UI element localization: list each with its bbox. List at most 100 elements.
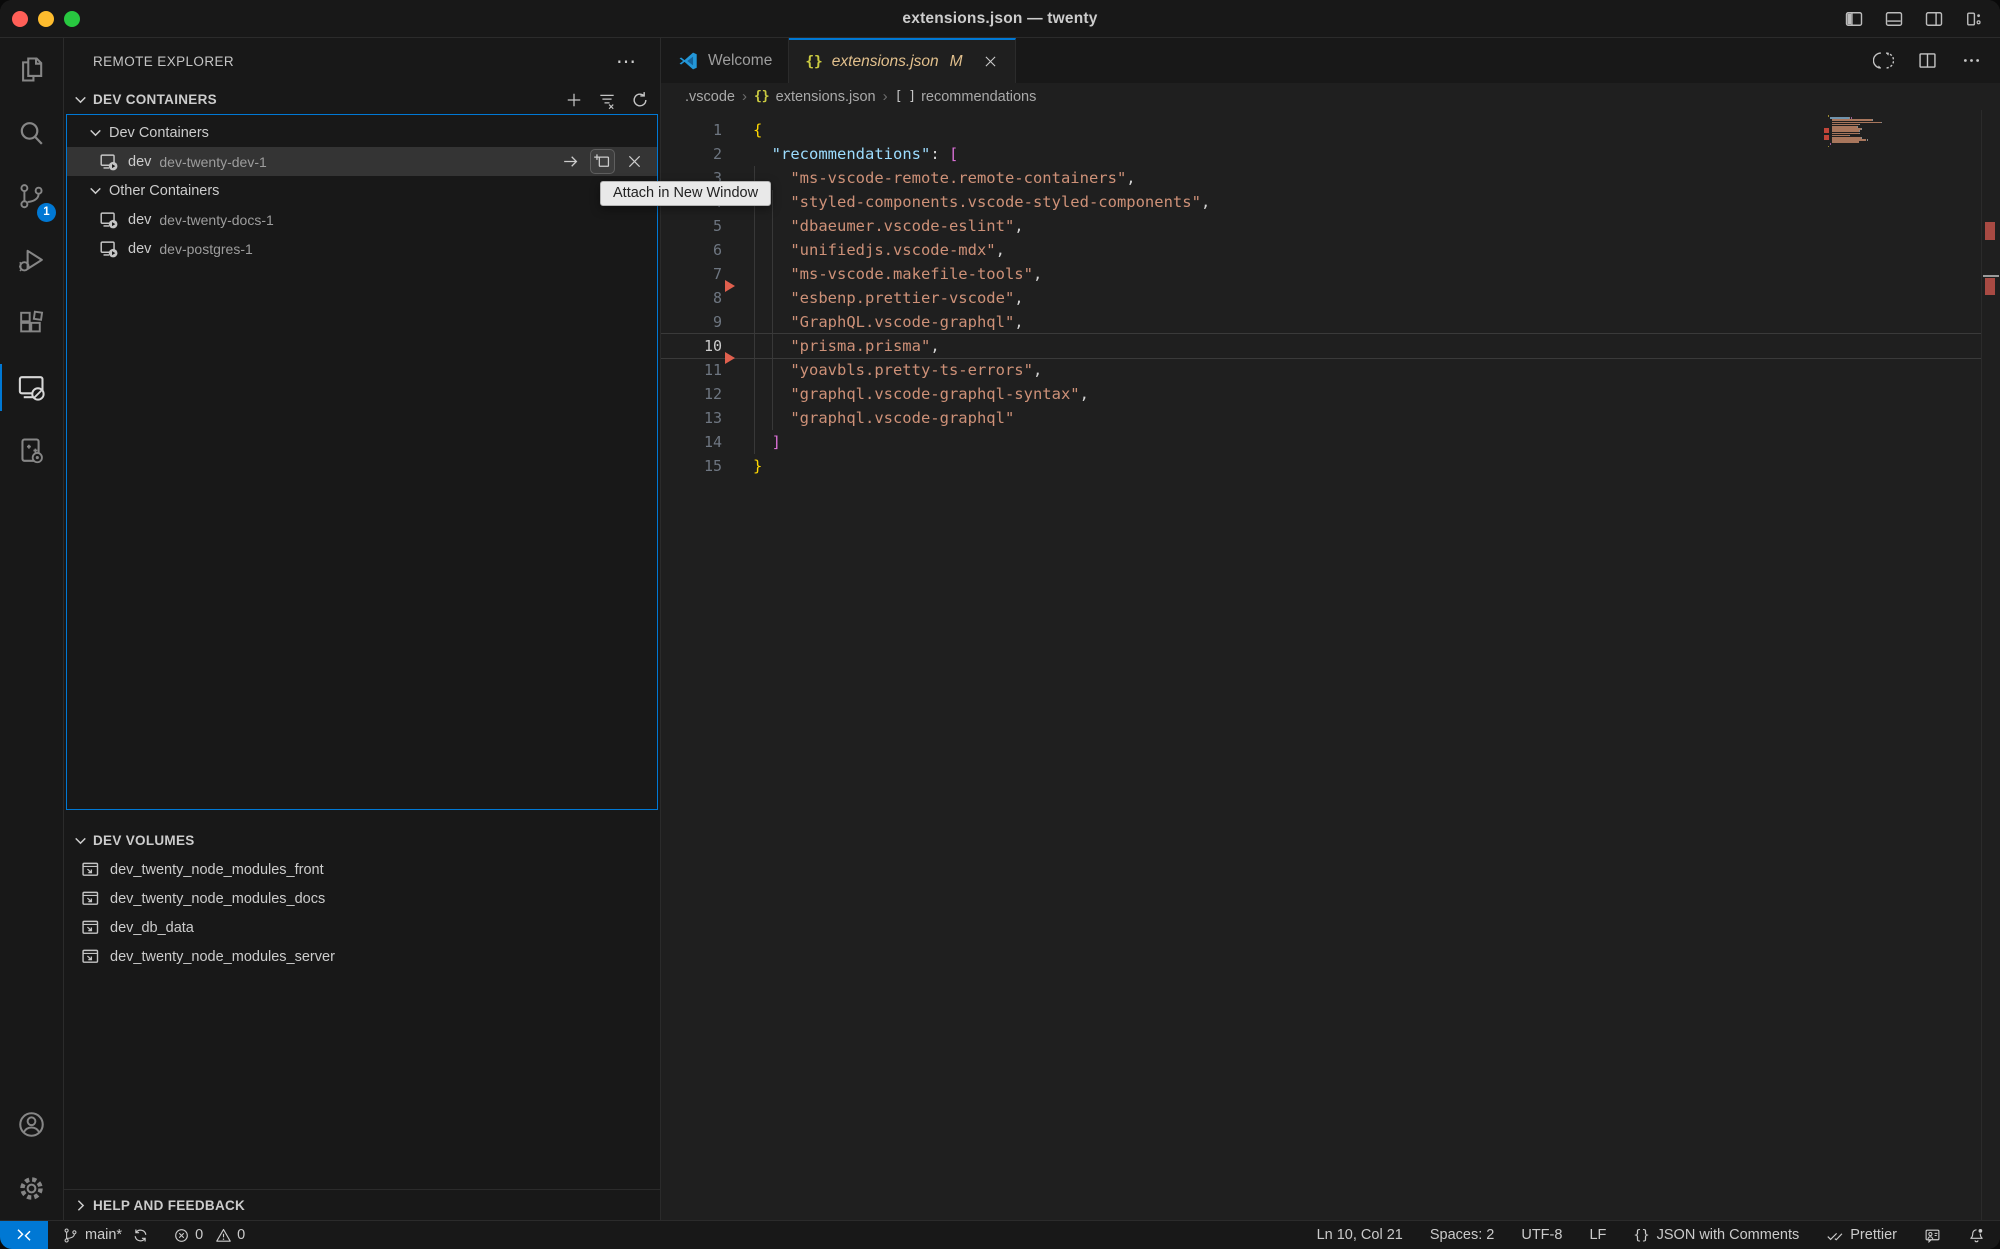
code-line[interactable]: 7 "ms-vscode.makefile-tools", (661, 262, 1981, 286)
dev-volumes-list: dev_twenty_node_modules_frontdev_twenty_… (64, 855, 660, 971)
chevron-down-icon (87, 182, 104, 199)
code-line[interactable]: 11 "yoavbls.pretty-ts-errors", (661, 358, 1981, 382)
notifications-bell-icon[interactable] (1968, 1227, 1985, 1244)
check-double-icon (1826, 1227, 1843, 1244)
dev-container-icon (98, 151, 120, 173)
code-line[interactable]: 6 "unifiedjs.vscode-mdx", (661, 238, 1981, 262)
titlebar: extensions.json — twenty (0, 0, 2000, 38)
branch-status[interactable]: main* (62, 1227, 149, 1244)
remote-explorer-icon[interactable] (0, 356, 63, 420)
tree-group-dev-containers[interactable]: Dev Containers (67, 118, 657, 147)
breadcrumbs: .vscode › {}extensions.json › [ ]recomme… (661, 83, 2000, 110)
code-line[interactable]: 4 "styled-components.vscode-styled-compo… (661, 190, 1981, 214)
extensions-icon[interactable] (0, 292, 63, 356)
toggle-secondary-sidebar-icon[interactable] (1924, 9, 1944, 29)
volume-icon (80, 888, 101, 909)
current-line-border (661, 333, 1981, 334)
split-editor-icon[interactable] (1917, 50, 1938, 71)
views-more-actions-icon[interactable]: ⋯ (616, 57, 636, 67)
code-line[interactable]: 14 ] (661, 430, 1981, 454)
cursor-position[interactable]: Ln 10, Col 21 (1317, 1227, 1403, 1243)
open-changes-icon[interactable] (1873, 50, 1894, 71)
refresh-icon[interactable] (630, 90, 650, 110)
code-lines: 1{2 "recommendations": [3 "ms-vscode-rem… (661, 110, 1981, 478)
code-line[interactable]: 1{ (661, 118, 1981, 142)
editor-more-actions-icon[interactable] (1961, 50, 1982, 71)
volume-item[interactable]: dev_twenty_node_modules_server (64, 942, 660, 971)
line-number[interactable]: 5 (661, 214, 722, 238)
code-line[interactable]: 12 "graphql.vscode-graphql-syntax", (661, 382, 1981, 406)
toggle-panel-icon[interactable] (1884, 9, 1904, 29)
stop-container-icon[interactable] (622, 149, 647, 174)
json-braces-icon: {} (754, 89, 770, 104)
source-control-icon[interactable]: 1 (0, 165, 63, 229)
code-line[interactable]: 2 "recommendations": [ (661, 142, 1981, 166)
container-tools-icon[interactable] (0, 419, 63, 483)
gutter-marker-icon (725, 352, 735, 364)
line-number[interactable]: 6 (661, 238, 722, 262)
breadcrumb-folder[interactable]: .vscode (685, 89, 735, 105)
attach-in-new-window-icon[interactable] (590, 149, 615, 174)
indentation-status[interactable]: Spaces: 2 (1430, 1227, 1495, 1243)
chevron-down-icon (72, 832, 89, 849)
accounts-icon[interactable] (0, 1093, 63, 1157)
code-line[interactable]: 5 "dbaeumer.vscode-eslint", (661, 214, 1981, 238)
attach-container-icon[interactable] (558, 149, 583, 174)
line-number[interactable]: 10 (661, 334, 722, 358)
volume-item[interactable]: dev_twenty_node_modules_front (64, 855, 660, 884)
code-line[interactable]: 13 "graphql.vscode-graphql" (661, 406, 1981, 430)
remote-indicator[interactable] (0, 1221, 48, 1249)
sidebar-remote-explorer: REMOTE EXPLORER ⋯ DEV CONTAINERS Dev Con… (64, 38, 661, 1220)
settings-gear-icon[interactable] (0, 1157, 63, 1221)
filter-containers-icon[interactable] (597, 90, 617, 110)
encoding-status[interactable]: UTF-8 (1521, 1227, 1562, 1243)
code-line[interactable]: 8 "esbenp.prettier-vscode", (661, 286, 1981, 310)
tooltip-attach-in-new-window: Attach in New Window (600, 181, 771, 206)
close-tab-icon[interactable] (982, 53, 999, 70)
dev-containers-section-header[interactable]: DEV CONTAINERS (64, 85, 660, 114)
line-number[interactable]: 7 (661, 262, 722, 286)
overview-ruler[interactable] (1981, 110, 2000, 1220)
search-icon[interactable] (0, 102, 63, 166)
code-line[interactable]: 10 "prisma.prisma", (661, 334, 1981, 358)
line-number[interactable]: 2 (661, 142, 722, 166)
line-number[interactable]: 13 (661, 406, 722, 430)
breadcrumb-symbol[interactable]: [ ]recommendations (895, 89, 1037, 105)
line-number[interactable]: 15 (661, 454, 722, 478)
line-number[interactable]: 8 (661, 286, 722, 310)
code-line[interactable]: 3 "ms-vscode-remote.remote-containers", (661, 166, 1981, 190)
tab-extensions-json[interactable]: {} extensions.json M (789, 38, 1015, 83)
volume-item[interactable]: dev_twenty_node_modules_docs (64, 884, 660, 913)
tree-item-dev-postgres-1[interactable]: dev dev-postgres-1 (67, 234, 657, 263)
line-number[interactable]: 11 (661, 358, 722, 382)
tree-item-dev-twenty-docs-1[interactable]: dev dev-twenty-docs-1 (67, 205, 657, 234)
line-number[interactable]: 1 (661, 118, 722, 142)
code-editor[interactable]: 1{2 "recommendations": [3 "ms-vscode-rem… (661, 110, 2000, 1220)
language-mode[interactable]: {}JSON with Comments (1633, 1227, 1799, 1243)
help-and-feedback-section-header[interactable]: HELP AND FEEDBACK (64, 1189, 660, 1220)
volume-item[interactable]: dev_db_data (64, 913, 660, 942)
code-line[interactable]: 9 "GraphQL.vscode-graphql", (661, 310, 1981, 334)
customize-layout-icon[interactable] (1964, 9, 1984, 29)
line-number[interactable]: 9 (661, 310, 722, 334)
explorer-icon[interactable] (0, 38, 63, 102)
activity-bar: 1 (0, 38, 64, 1220)
json-braces-icon: {} (1633, 1227, 1649, 1243)
eol-status[interactable]: LF (1589, 1227, 1606, 1243)
problems-status[interactable]: 0 0 (173, 1227, 245, 1244)
run-debug-icon[interactable] (0, 229, 63, 293)
code-line[interactable]: 15} (661, 454, 1981, 478)
sync-icon[interactable] (132, 1227, 149, 1244)
line-number[interactable]: 12 (661, 382, 722, 406)
tab-welcome[interactable]: Welcome (661, 38, 789, 83)
toggle-primary-sidebar-icon[interactable] (1844, 9, 1864, 29)
dev-volumes-section-header[interactable]: DEV VOLUMES (64, 826, 660, 855)
formatter-status[interactable]: Prettier (1826, 1227, 1897, 1244)
line-number[interactable]: 14 (661, 430, 722, 454)
new-dev-container-icon[interactable] (564, 90, 584, 110)
chevron-down-icon (87, 124, 104, 141)
tree-group-other-containers[interactable]: Other Containers (67, 176, 657, 205)
breadcrumb-file[interactable]: {}extensions.json (754, 89, 876, 105)
feedback-icon[interactable] (1924, 1227, 1941, 1244)
tree-item-dev-twenty-dev-1[interactable]: dev dev-twenty-dev-1 (67, 147, 657, 176)
